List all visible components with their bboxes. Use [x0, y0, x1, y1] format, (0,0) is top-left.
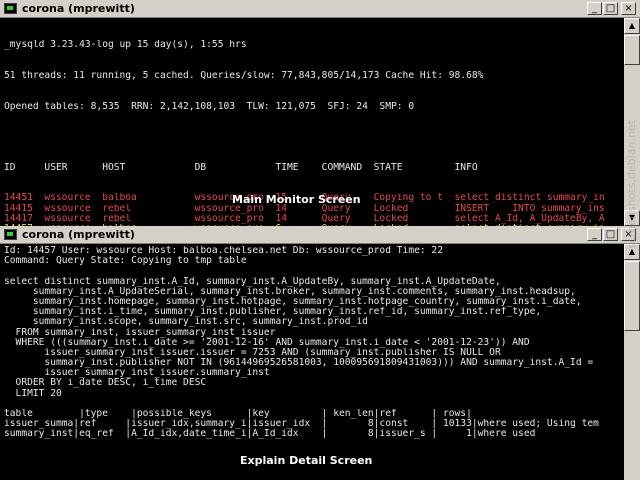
explain-line: FROM summary_inst, issuer_summary_inst_i… [4, 327, 276, 338]
explain-line: summary_inst.i_time, summary_inst.publis… [4, 307, 542, 318]
scroll-thumb[interactable] [624, 261, 640, 331]
window2-titlebar[interactable]: corona (mprewitt) _ □ × [0, 226, 640, 244]
status-line: _mysqld 3.23.43-log up 15 day(s), 1:55 h… [4, 40, 247, 51]
main-monitor-caption: Main Monitor Screen [232, 193, 361, 206]
minimize-button[interactable]: _ [587, 2, 602, 15]
explain-output: Id: 14457 User: wssource Host: balboa.ch… [4, 246, 599, 440]
scroll-up-button[interactable]: ▲ [624, 18, 640, 34]
explain-line: summary_inst|eq_ref |A_Id_idx,date_time_… [4, 429, 536, 440]
window1-titlebar[interactable]: corona (mprewitt) _ □ × [0, 0, 640, 18]
explain-detail-window: corona (mprewitt) _ □ × Id: 14457 User: … [0, 226, 640, 480]
explain-line: summary_inst.A_UpdateSerial, summary_ins… [4, 286, 576, 297]
scroll-thumb[interactable] [624, 35, 640, 65]
explain-line: ORDER BY i_date DESC, i_time DESC [4, 378, 207, 389]
explain-line: LIMIT 20 [4, 388, 62, 399]
explain-line: Id: 14457 User: wssource Host: balboa.ch… [4, 246, 443, 256]
close-button[interactable]: × [621, 2, 636, 15]
main-monitor-window: corona (mprewitt) _ □ × _mysqld 3.23.43-… [0, 0, 640, 226]
maximize-button[interactable]: □ [603, 2, 618, 15]
terminal-icon[interactable] [4, 229, 17, 240]
explain-line: Command: Query State: Copying to tmp tab… [4, 256, 247, 267]
minimize-button[interactable]: _ [587, 228, 602, 241]
explain-line: summary_inst.publisher NOT IN (961449695… [4, 358, 594, 369]
explain-line: select distinct summary_inst.A_Id, summa… [4, 276, 501, 287]
process-row: 14417 wssource rebel wssource_pro 14 Que… [4, 213, 605, 224]
explain-line: issuer_summary_inst_issuer.issuer = 7253… [4, 347, 501, 358]
explain-line [4, 399, 599, 409]
explain-line: summary_inst.homepage, summary_inst.hotp… [4, 296, 582, 307]
explain-detail-caption: Explain Detail Screen [240, 454, 373, 467]
terminal-icon[interactable] [4, 3, 17, 14]
explain-line [4, 266, 599, 276]
explain-line: issuer_summa|ref |issuer_idx,summary_i|i… [4, 419, 599, 430]
window2-title: corona (mprewitt) [22, 228, 135, 241]
window1-title: corona (mprewitt) [22, 2, 135, 15]
maximize-button[interactable]: □ [603, 228, 618, 241]
watermark: screenshots.debian.net [625, 120, 638, 249]
explain-line: WHERE (((summary_inst.i_date >= '2001-12… [4, 337, 530, 348]
explain-line: summary_inst.scope, summary_inst.src, su… [4, 317, 368, 328]
explain-line: issuer_summary_inst_issuer.summary_inst [4, 368, 270, 379]
window2-scrollbar[interactable]: ▲ [624, 244, 640, 480]
process-table-header: ID USER HOST DB TIME COMMAND STATE INFO [4, 162, 478, 173]
explain-line: table |type |possible_keys |key | ken_le… [4, 409, 472, 419]
status-line: 51 threads: 11 running, 5 cached. Querie… [4, 71, 484, 81]
status-line: Opened tables: 8,535 RRN: 2,142,108,103 … [4, 101, 415, 112]
